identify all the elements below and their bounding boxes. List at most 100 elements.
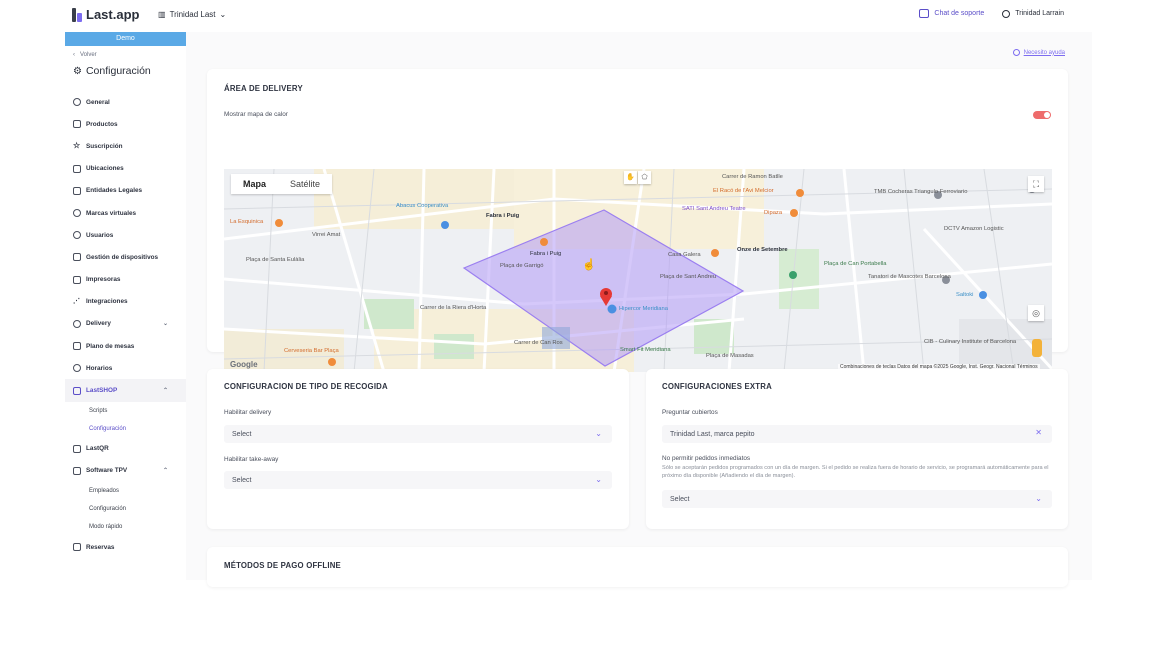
qr-icon <box>73 444 81 453</box>
delivery-area-title: ÁREA DE DELIVERY <box>224 84 303 93</box>
sidebar-nav: General Productos ☆ Suscripción Ubicacion… <box>65 91 186 558</box>
tab-mapa[interactable]: Mapa <box>231 174 278 194</box>
takeaway-enable-select[interactable]: Select ⌄ <box>224 471 612 489</box>
sidebar-item-delivery[interactable]: Delivery ⌄ <box>65 313 186 335</box>
user-menu[interactable]: Trinidad Larrain <box>1002 9 1064 18</box>
sidebar-subitem-lastshop-configuracion[interactable]: Configuración <box>65 420 186 438</box>
map-label: Casa Galera <box>668 252 701 258</box>
map-label: Abacus Cooperativa <box>396 203 449 209</box>
map-label: Onze de Setembre <box>737 247 788 253</box>
sidebar-item-ubicaciones[interactable]: Ubicaciones <box>65 158 186 180</box>
document-icon <box>73 186 81 195</box>
grid-icon <box>73 120 81 129</box>
sidebar-item-software-tpv[interactable]: Software TPV ⌃ <box>65 460 186 482</box>
map-label: Tanatori de Mascotes Barcelona <box>868 274 951 280</box>
tab-satelite[interactable]: Satélite <box>278 174 332 194</box>
support-chat-button[interactable]: Chat de soporte <box>919 9 984 18</box>
takeaway-enable-label: Habilitar take-away <box>224 456 279 463</box>
map-label: Cerveseria Bar Plaça <box>284 348 339 354</box>
map-label: Saltoki <box>956 292 974 298</box>
store-icon: ▥ <box>158 10 166 19</box>
device-icon <box>73 253 81 262</box>
sidebar-item-general[interactable]: General <box>65 91 186 113</box>
store-selector[interactable]: ▥ Trinidad Last ⌄ <box>158 10 226 19</box>
map-label: TMB Cocheras Triangulo Ferroviario <box>874 189 968 195</box>
extra-config-title: CONFIGURACIONES EXTRA <box>662 382 772 391</box>
star-icon: ☆ <box>73 141 81 151</box>
immediate-orders-select[interactable]: Select ⌄ <box>662 490 1052 508</box>
pickup-config-title: CONFIGURACION DE TIPO DE RECOGIDA <box>224 382 388 391</box>
sidebar-item-entidades-legales[interactable]: Entidades Legales <box>65 180 186 202</box>
payment-methods-title: MÉTODOS DE PAGO OFFLINE <box>224 561 341 570</box>
hand-tool-icon[interactable]: ✋ <box>624 171 637 184</box>
plug-icon: ⋰ <box>73 297 80 305</box>
top-bar: Last.app ▥ Trinidad Last ⌄ Chat de sopor… <box>0 0 1152 32</box>
logo-icon <box>72 7 83 22</box>
map-label: Carrer de Ramon Batlle <box>722 174 783 180</box>
pickup-config-card: CONFIGURACION DE TIPO DE RECOGIDA Habili… <box>207 369 629 529</box>
help-link[interactable]: Necesito ayuda <box>1012 49 1065 56</box>
sidebar-item-lastqr[interactable]: LastQR <box>65 438 186 460</box>
draw-shape-icon[interactable]: ⬠ <box>638 171 651 184</box>
sidebar-subitem-empleados[interactable]: Empleados <box>65 482 186 500</box>
delivery-enable-label: Habilitar delivery <box>224 409 272 416</box>
location-icon[interactable]: ◎ <box>1028 305 1044 321</box>
sidebar-item-usuarios[interactable]: Usuarios <box>65 224 186 246</box>
chevron-left-icon: ‹ <box>73 52 75 58</box>
map-label: Plaça de Can Portabella <box>824 261 887 267</box>
payment-methods-card: MÉTODOS DE PAGO OFFLINE <box>207 547 1068 587</box>
chevron-up-icon: ⌃ <box>162 468 168 475</box>
sidebar-item-integraciones[interactable]: ⋰ Integraciones <box>65 291 186 313</box>
calendar-icon <box>73 543 81 552</box>
shop-icon <box>73 386 81 395</box>
hand-cursor-icon: ☝ <box>582 259 596 271</box>
map-label: Virrei Amat <box>312 232 341 238</box>
delivery-area-card: ÁREA DE DELIVERY Mostrar mapa de calor M… <box>207 69 1068 372</box>
sidebar-item-horarios[interactable]: Horarios <box>65 357 186 379</box>
map-label: Plaça de Santa Eulàlia <box>246 257 305 263</box>
map-label: Fabra i Puig <box>486 213 520 219</box>
sidebar-item-marcas-virtuales[interactable]: Marcas virtuales <box>65 202 186 224</box>
store-icon <box>73 164 81 173</box>
sidebar-item-impresoras[interactable]: Impresoras <box>65 269 186 291</box>
user-icon <box>73 231 81 240</box>
moto-icon <box>73 319 81 328</box>
map-label: Dipaza <box>764 210 783 216</box>
sidebar-item-reservas[interactable]: Reservas <box>65 536 186 558</box>
sidebar-item-suscripcion[interactable]: ☆ Suscripción <box>65 135 186 157</box>
delivery-enable-select[interactable]: Select ⌄ <box>224 425 612 443</box>
delivery-map[interactable]: Mapa Satélite ⛶ ◎ ✋ ⬠ Google Abacus Coop… <box>224 169 1052 372</box>
map-label: La Esquinica <box>230 219 264 225</box>
sidebar-item-productos[interactable]: Productos <box>65 113 186 135</box>
map-label: DCTV Amazon Logistic <box>944 226 1004 232</box>
app-logo[interactable]: Last.app <box>72 7 139 22</box>
sidebar-subitem-tpv-configuracion[interactable]: Configuración <box>65 500 186 518</box>
sidebar: Demo ‹ Volver ⚙ Configuración General Pr… <box>65 32 186 580</box>
sidebar-item-dispositivos[interactable]: Gestión de dispositivos <box>65 246 186 268</box>
extra-config-card: CONFIGURACIONES EXTRA Preguntar cubierto… <box>646 369 1068 529</box>
google-logo: Google <box>230 360 258 369</box>
map-label: Carrer de Can Ros <box>514 340 563 346</box>
immediate-orders-help: Sólo se aceptarán pedidos programados co… <box>662 465 1049 479</box>
chevron-down-icon: ⌄ <box>219 10 227 19</box>
back-link[interactable]: ‹ Volver <box>73 52 186 58</box>
gear-icon: ⚙ <box>73 65 82 77</box>
cutlery-label: Preguntar cubiertos <box>662 409 718 416</box>
heatmap-toggle[interactable] <box>1033 111 1051 119</box>
cutlery-select[interactable]: Trinidad Last, marca pepito ✕ <box>662 425 1052 443</box>
sidebar-item-plano-mesas[interactable]: Plano de mesas <box>65 335 186 357</box>
map-label: CIB - Culinary Institute of Barcelona <box>924 339 1017 345</box>
close-icon[interactable]: ✕ <box>1035 428 1042 437</box>
fullscreen-icon[interactable]: ⛶ <box>1028 176 1044 192</box>
sidebar-subitem-scripts[interactable]: Scripts <box>65 402 186 420</box>
sidebar-subitem-modo-rapido[interactable]: Modo rápido <box>65 518 186 536</box>
printer-icon <box>73 275 81 284</box>
map-type-tabs: Mapa Satélite <box>231 174 333 194</box>
immediate-orders-label: No permitir pedidos inmediatos <box>662 455 751 462</box>
map-label: Fabra i Puig <box>530 251 562 257</box>
sidebar-item-lastshop[interactable]: LastSHOP ⌃ <box>65 379 186 402</box>
tag-icon <box>73 209 81 218</box>
gear-icon <box>73 98 81 107</box>
clock-icon <box>73 364 81 373</box>
map-label: Hipercor Meridiana <box>619 306 668 312</box>
